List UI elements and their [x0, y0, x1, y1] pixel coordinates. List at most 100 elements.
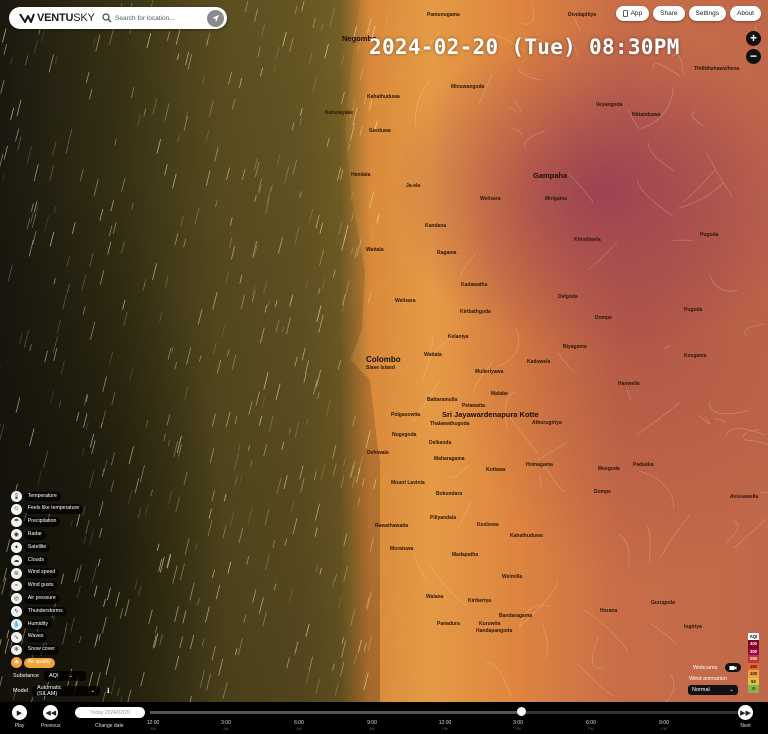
layer-item[interactable]: ◎ Air pressure — [11, 593, 83, 605]
legend-step: 200 — [748, 655, 759, 663]
place-label: Horana — [600, 608, 618, 614]
previous-button[interactable]: ◀◀ Previous — [41, 705, 60, 729]
timeline-tick[interactable]: 9:00 AM — [367, 720, 377, 732]
place-label: Polgasowita — [391, 412, 421, 418]
layer-item[interactable]: ❄ Snow cover — [11, 644, 83, 656]
timeline-bar: ▶ Play ◀◀ Previous Today 2024/02/20 Chan… — [0, 702, 768, 734]
place-label: Kadawatha — [461, 282, 488, 288]
air-pressure-icon: ◎ — [11, 593, 22, 605]
layer-item[interactable]: ☺ Feels like temperature — [11, 503, 84, 515]
place-label: Avissawella — [730, 494, 759, 500]
timeline-tick[interactable]: 12:00 AM — [147, 720, 160, 732]
settings-button[interactable]: Settings — [688, 6, 726, 21]
date-picker[interactable]: Today 2024/02/20 — [75, 707, 145, 718]
place-label: Homagama — [526, 462, 553, 468]
timeline-tick[interactable]: 12:00 PM — [439, 720, 452, 732]
thunderstorm-icon: ϟ — [11, 606, 22, 617]
zoom-in-button[interactable]: + — [746, 31, 761, 46]
place-label: Dehiwala — [367, 450, 389, 456]
place-label: Thiththahawelhena — [694, 66, 740, 72]
app-button-label: App — [630, 10, 643, 17]
timeline-tick[interactable]: 6:00 PM — [586, 720, 596, 732]
place-label: Handapangoda — [476, 628, 513, 634]
tick-period: AM — [223, 727, 229, 731]
zoom-out-button[interactable]: − — [746, 49, 761, 64]
legend-step: 400 — [748, 640, 759, 648]
webcams-toggle[interactable]: Webcams — [693, 663, 742, 672]
phone-icon — [622, 10, 628, 17]
place-label: Piliyandala — [430, 515, 457, 521]
place-label: Nittambuwa — [632, 112, 661, 118]
place-label: Thalawathugoda — [430, 421, 470, 427]
timeline-tick[interactable]: 9:00 PM — [659, 720, 669, 732]
play-button[interactable]: ▶ Play — [12, 705, 27, 729]
layer-label: Wind gusts — [23, 581, 58, 591]
layer-item[interactable]: ☘ Air quality — [11, 657, 83, 669]
camera-icon[interactable] — [725, 663, 742, 672]
webcams-label: Webcams — [693, 664, 718, 671]
brand-name-light: SKY — [73, 12, 95, 24]
layer-item[interactable]: ≈ Wind gusts — [11, 580, 83, 592]
air-quality-icon: ☘ — [11, 657, 22, 669]
place-label: Kottawa — [486, 467, 506, 473]
layer-item[interactable]: ☁ Clouds — [11, 554, 83, 566]
my-location-button[interactable] — [207, 9, 224, 27]
layer-item[interactable]: ≋ Wind speed — [11, 567, 83, 579]
place-label: Kahathuduwa — [367, 94, 400, 100]
layer-item[interactable]: ☂ Precipitation — [11, 516, 83, 528]
timeline-track[interactable] — [150, 711, 740, 714]
place-label: Moratuwa — [390, 546, 414, 552]
wind-animation-select[interactable]: Normal ⌄ — [688, 685, 738, 695]
rewind-icon: ◀◀ — [43, 705, 59, 720]
search-input[interactable] — [115, 14, 203, 22]
timeline-tick[interactable]: 6:00 AM — [294, 720, 304, 732]
substance-control: Substance AQI ⌄ — [13, 671, 86, 681]
ventusky-logo[interactable]: VENTU SKY — [9, 12, 102, 24]
next-button[interactable]: ▶▶ Next — [738, 705, 753, 729]
layer-item[interactable]: ϟ Thunderstorms — [11, 606, 83, 617]
place-label: Panadura — [437, 621, 460, 627]
timeline-tick[interactable]: 3:00 PM — [513, 720, 523, 732]
substance-select[interactable]: AQI ⌄ — [44, 671, 86, 681]
layer-menu: 🌡 Temperature ☺ Feels like temperature ☂ Prec… — [11, 491, 84, 669]
share-button[interactable]: Share — [653, 6, 685, 21]
about-button[interactable]: About — [730, 6, 761, 21]
chevron-down-icon: ⌄ — [68, 673, 74, 679]
layer-item[interactable]: ✦ Satellite — [11, 542, 83, 553]
app-button[interactable]: App — [615, 6, 650, 21]
layer-label: Air quality — [23, 658, 55, 668]
info-icon[interactable]: ℹ — [107, 687, 110, 695]
place-label: Biyagama — [563, 344, 587, 350]
radar-icon: ◉ — [11, 529, 22, 541]
place-label: Battaramulla — [427, 397, 458, 403]
place-label: Bokundara — [436, 491, 463, 497]
legend-step: 100 — [748, 670, 759, 678]
layer-item[interactable]: 💧 Humidity — [11, 618, 83, 630]
layer-item[interactable]: ◉ Radar — [11, 529, 83, 541]
layer-item[interactable]: ∿ Waves — [11, 631, 83, 643]
model-value: Automatic (SILAM) — [36, 685, 62, 697]
tick-period: PM — [588, 727, 594, 731]
change-date-label[interactable]: Change date — [95, 723, 124, 729]
layer-label: Humidity — [23, 619, 52, 630]
timeline-handle[interactable] — [517, 707, 527, 716]
timeline-tick[interactable]: 3:00 AM — [221, 720, 231, 732]
place-label: Maharagama — [434, 456, 465, 462]
model-select[interactable]: Automatic (SILAM) ⌄ — [31, 685, 100, 697]
place-label: Wattala — [366, 247, 384, 253]
place-label: Hendala — [351, 172, 371, 178]
place-label: Madapatha — [452, 552, 479, 558]
place-label: Athurugiriya — [532, 420, 562, 426]
precipitation-icon: ☂ — [11, 516, 22, 528]
forecast-datetime: 2024-02-20 (Tue) 08:30PM — [369, 35, 680, 59]
place-label: Pugoda — [700, 232, 719, 238]
wind-gusts-icon: ≈ — [11, 580, 22, 592]
place-label: Katunayake — [325, 110, 354, 116]
timeline-progress — [150, 711, 522, 714]
place-label: Pugoda — [684, 307, 703, 313]
place-label: Gurugoda — [651, 600, 675, 606]
place-label: Kaduwela — [527, 359, 551, 365]
place-label: Kiribathgoda — [460, 309, 491, 315]
humidity-icon: 💧 — [11, 618, 22, 630]
layer-item[interactable]: 🌡 Temperature — [11, 491, 83, 502]
